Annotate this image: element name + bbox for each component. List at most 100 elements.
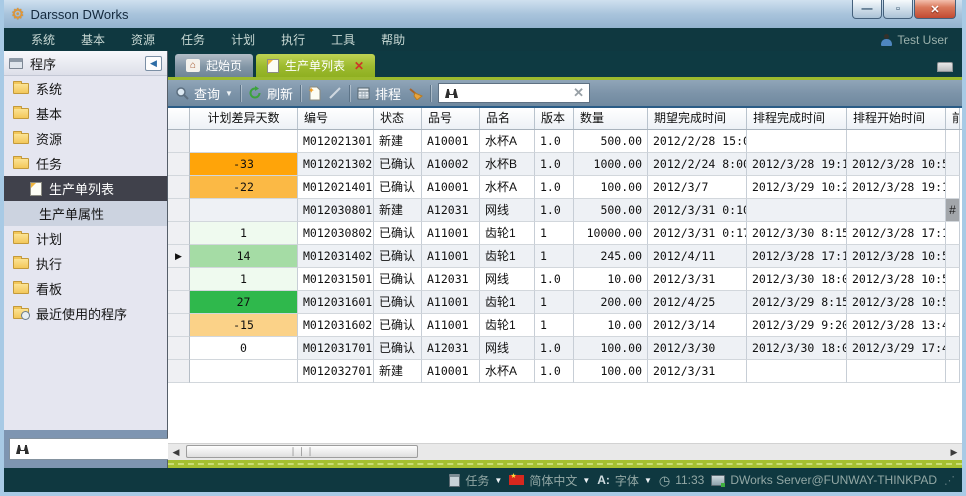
table-filter-box[interactable]: ✕ <box>438 83 590 103</box>
cell-end[interactable]: 2012/3/29 9:20 <box>747 314 847 337</box>
table-row[interactable]: M012021301新建A10001水杯A1.0500.002012/2/28 … <box>168 130 962 153</box>
cell-due[interactable]: 2012/2/24 8:00 <box>648 153 747 176</box>
cell-end[interactable]: 2012/3/29 10:20 <box>747 176 847 199</box>
cell-end[interactable]: 2012/3/29 8:15 <box>747 291 847 314</box>
cell-due[interactable]: 2012/3/31 <box>648 360 747 383</box>
font-menu[interactable]: A: 字体 ▼ <box>597 472 652 489</box>
cell-start[interactable]: 2012/3/28 10:52 <box>847 291 946 314</box>
row-gutter[interactable] <box>168 337 190 360</box>
table-row[interactable]: M012032701新建A10001水杯A1.0100.002012/3/31 <box>168 360 962 383</box>
cell-extra[interactable] <box>946 360 960 383</box>
cell-end[interactable]: 2012/3/30 18:00 <box>747 268 847 291</box>
cell-end[interactable]: 2012/3/28 17:13 <box>747 245 847 268</box>
table-row[interactable]: -22M012021401已确认A10001水杯A1.0100.002012/3… <box>168 176 962 199</box>
clear-button[interactable] <box>408 87 423 100</box>
new-button[interactable]: ✦ <box>308 86 321 101</box>
cell-name[interactable]: 网线 <box>480 268 535 291</box>
cell-extra[interactable] <box>946 337 960 360</box>
cell-diff[interactable]: 27 <box>190 291 298 314</box>
row-gutter[interactable] <box>168 153 190 176</box>
sidebar-item-7[interactable]: 执行 <box>4 251 167 276</box>
tab-close-icon[interactable]: ✕ <box>354 59 364 73</box>
cell-start[interactable]: 2012/3/28 10:52 <box>847 245 946 268</box>
cell-start[interactable]: 2012/3/28 19:10 <box>847 176 946 199</box>
cell-extra[interactable] <box>946 291 960 314</box>
cell-diff[interactable] <box>190 130 298 153</box>
refresh-button[interactable]: 刷新 <box>248 84 293 103</box>
cell-ver[interactable]: 1.0 <box>535 199 574 222</box>
column-header-due[interactable]: 期望完成时间 <box>648 108 747 129</box>
query-button[interactable]: 查询 ▼ <box>175 84 233 103</box>
scrollbar-thumb[interactable]: ❘❘❘ <box>186 445 418 458</box>
menu-item-2[interactable]: 资源 <box>118 31 168 48</box>
cell-qty[interactable]: 200.00 <box>574 291 648 314</box>
sidebar-item-2[interactable]: 资源 <box>4 126 167 151</box>
cell-item[interactable]: A11001 <box>422 314 480 337</box>
cell-extra[interactable] <box>946 130 960 153</box>
table-row[interactable]: -15M012031602已确认A11001齿轮1110.002012/3/14… <box>168 314 962 337</box>
column-header-name[interactable]: 品名 <box>480 108 535 129</box>
sidebar-item-5[interactable]: 生产单属性 <box>4 201 167 226</box>
table-row[interactable]: 27M012031601已确认A11001齿轮11200.002012/4/25… <box>168 291 962 314</box>
row-gutter[interactable] <box>168 222 190 245</box>
row-gutter[interactable] <box>168 314 190 337</box>
cell-start[interactable] <box>847 199 946 222</box>
row-gutter[interactable] <box>168 199 190 222</box>
cell-status[interactable]: 已确认 <box>374 222 422 245</box>
cell-code[interactable]: M012021401 <box>298 176 374 199</box>
table-row[interactable]: 0M012031701已确认A12031网线1.0100.002012/3/30… <box>168 337 962 360</box>
cell-code[interactable]: M012031501 <box>298 268 374 291</box>
cell-status[interactable]: 已确认 <box>374 268 422 291</box>
cell-due[interactable]: 2012/2/28 15:00 <box>648 130 747 153</box>
table-filter-input[interactable] <box>464 85 568 101</box>
menu-item-4[interactable]: 计划 <box>218 31 268 48</box>
cell-qty[interactable]: 500.00 <box>574 130 648 153</box>
cell-end[interactable]: 2012/3/30 18:00 <box>747 337 847 360</box>
cell-status[interactable]: 已确认 <box>374 337 422 360</box>
sidebar-item-4[interactable]: 生产单列表 <box>4 176 167 201</box>
cell-code[interactable]: M012031701 <box>298 337 374 360</box>
cell-qty[interactable]: 10.00 <box>574 314 648 337</box>
column-header-extra[interactable]: 前 <box>946 108 960 129</box>
cell-name[interactable]: 水杯A <box>480 176 535 199</box>
cell-extra[interactable] <box>946 176 960 199</box>
sidebar-collapse-button[interactable]: ◀ <box>145 56 162 71</box>
cell-status[interactable]: 已确认 <box>374 176 422 199</box>
cell-extra[interactable] <box>946 314 960 337</box>
tab-production-order-list[interactable]: 生产单列表 ✕ <box>256 54 375 77</box>
cell-status[interactable]: 新建 <box>374 199 422 222</box>
cell-code[interactable]: M012031602 <box>298 314 374 337</box>
cell-ver[interactable]: 1 <box>535 291 574 314</box>
current-row-pointer[interactable]: ▶ <box>168 245 190 268</box>
cell-code[interactable]: M012030801 <box>298 199 374 222</box>
horizontal-scrollbar[interactable]: ◀ ❘❘❘ ▶ <box>168 443 962 460</box>
column-header-ver[interactable]: 版本 <box>535 108 574 129</box>
dock-window-icon[interactable] <box>937 62 953 72</box>
table-filter-clear-icon[interactable]: ✕ <box>573 85 584 101</box>
menu-item-0[interactable]: 系统 <box>18 31 68 48</box>
cell-status[interactable]: 已确认 <box>374 314 422 337</box>
cell-due[interactable]: 2012/4/11 <box>648 245 747 268</box>
edit-button[interactable] <box>328 86 342 100</box>
task-menu[interactable]: 任务 ▼ <box>449 472 502 489</box>
cell-status[interactable]: 已确认 <box>374 153 422 176</box>
row-gutter[interactable] <box>168 360 190 383</box>
cell-extra[interactable] <box>946 268 960 291</box>
cell-ver[interactable]: 1 <box>535 245 574 268</box>
row-gutter[interactable] <box>168 291 190 314</box>
cell-qty[interactable]: 100.00 <box>574 337 648 360</box>
cell-diff[interactable]: -22 <box>190 176 298 199</box>
cell-start[interactable]: 2012/3/28 17:13 <box>847 222 946 245</box>
column-header-start[interactable]: 排程开始时间 <box>847 108 946 129</box>
cell-qty[interactable]: 10.00 <box>574 268 648 291</box>
sidebar-item-0[interactable]: 系统 <box>4 76 167 101</box>
scroll-left-icon[interactable]: ◀ <box>168 447 184 458</box>
cell-code[interactable]: M012031601 <box>298 291 374 314</box>
cell-item[interactable]: A10002 <box>422 153 480 176</box>
language-menu[interactable]: 简体中文 ▼ <box>509 472 590 489</box>
cell-due[interactable]: 2012/3/31 0:17 <box>648 222 747 245</box>
cell-diff[interactable]: 14 <box>190 245 298 268</box>
cell-status[interactable]: 已确认 <box>374 245 422 268</box>
sidebar-item-8[interactable]: 看板 <box>4 276 167 301</box>
cell-extra[interactable] <box>946 153 960 176</box>
